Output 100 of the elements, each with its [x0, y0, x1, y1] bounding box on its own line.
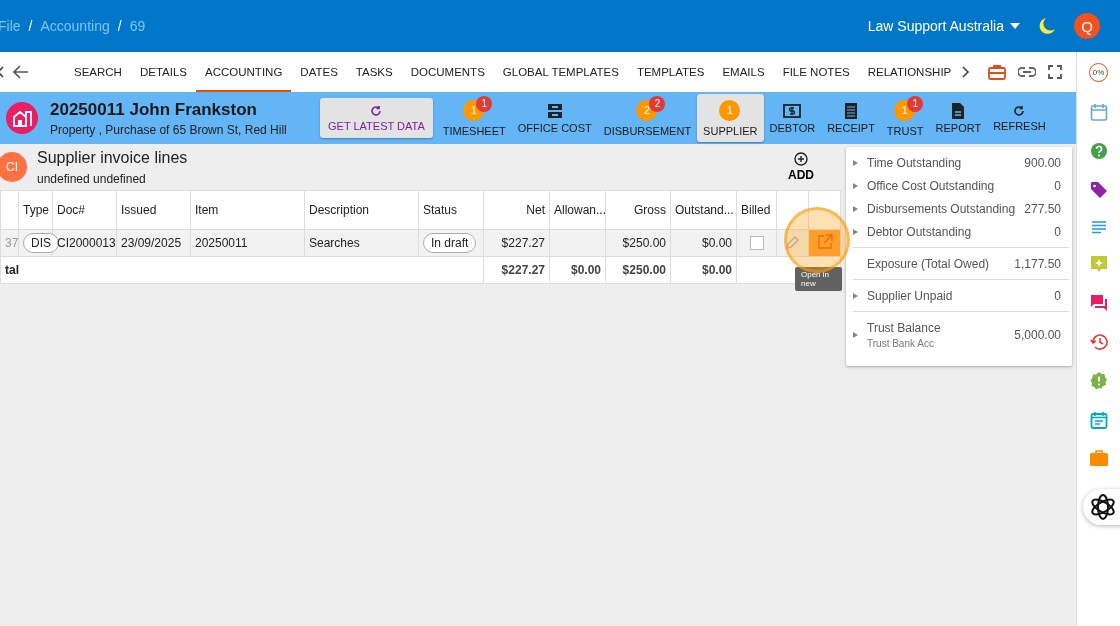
table-cell: Searches — [304, 229, 419, 257]
add-icon — [794, 152, 808, 166]
comment-icon[interactable] — [1089, 255, 1108, 273]
summary-sublabel: Trust Bank Acc — [867, 338, 935, 349]
inbox-icon — [546, 102, 563, 119]
tab[interactable]: GLOBAL TEMPLATES — [493, 52, 628, 92]
table-cell: $250.00 — [605, 229, 671, 257]
summary-label: Disbursements Outstanding — [867, 201, 1017, 216]
expand-icon[interactable] — [853, 159, 858, 166]
column-header[interactable]: Issued — [116, 190, 191, 230]
tab[interactable]: TASKS — [346, 52, 402, 92]
column-header[interactable]: Type — [18, 190, 53, 230]
tab[interactable]: FILE NOTES — [773, 52, 859, 92]
column-header[interactable]: Net — [483, 190, 550, 230]
toolbar-button[interactable]: REFRESH — [987, 94, 1052, 142]
expand-icon[interactable] — [853, 182, 858, 189]
tooltip: Open in new — [795, 267, 842, 291]
refresh-icon — [1013, 104, 1026, 117]
tab[interactable]: DATES — [291, 52, 347, 92]
table-cell: 37 — [0, 229, 19, 257]
summary-value: 0 — [1054, 288, 1061, 303]
add-button[interactable]: ADD — [788, 152, 814, 182]
table-cell: 23/09/2025 — [116, 229, 191, 257]
summary-label: Debtor Outstanding — [867, 224, 973, 239]
table-cell: $227.27 — [483, 229, 550, 257]
total-cell: $0.00 — [670, 256, 737, 284]
summary-value: 900.00 — [1024, 155, 1061, 170]
organization-dropdown[interactable]: Law Support Australia — [867, 18, 1020, 34]
moon-icon[interactable] — [1038, 17, 1056, 35]
summary-label: Supplier Unpaid — [867, 288, 954, 303]
total-cell: $250.00 — [605, 256, 671, 284]
tab[interactable]: SEARCH — [65, 52, 131, 92]
column-header[interactable]: Description — [304, 190, 419, 230]
billed-checkbox[interactable] — [749, 236, 764, 251]
receipt-icon — [844, 102, 858, 119]
matter-subtitle: Property , Purchase of 65 Brown St, Red Hill — [50, 122, 288, 137]
column-header[interactable]: Outstand... — [670, 190, 737, 230]
summary-value: 0 — [1054, 224, 1061, 239]
toolbar-button[interactable]: DEBTOR — [763, 94, 822, 142]
property-icon — [6, 102, 38, 134]
help-icon[interactable] — [1089, 142, 1108, 160]
alert-icon[interactable] — [1089, 372, 1108, 390]
document-icon — [951, 102, 966, 119]
column-header[interactable]: Item — [190, 190, 305, 230]
tab[interactable]: EMAILS — [713, 52, 774, 92]
total-label: tal — [0, 256, 484, 284]
section-subtitle: undefined undefined — [37, 171, 147, 186]
expand-icon[interactable] — [853, 332, 858, 338]
table-cell: $0.00 — [670, 229, 737, 257]
tag-icon[interactable] — [1089, 181, 1108, 199]
alert-badge: 1 — [476, 95, 493, 112]
summary-value: 277.50 — [1024, 201, 1061, 216]
flower-logo-icon — [1088, 493, 1117, 521]
dollar-icon — [783, 102, 802, 119]
tab[interactable]: RELATIONSHIP — [858, 52, 961, 92]
calendar-event-icon[interactable] — [1089, 411, 1108, 429]
expand-icon[interactable] — [853, 292, 858, 299]
toolbar-button[interactable]: RECEIPT — [821, 94, 881, 142]
back-arrow-icon[interactable] — [13, 65, 29, 79]
alert-badge: 2 — [649, 95, 666, 112]
tab[interactable]: DOCUMENTS — [401, 52, 494, 92]
alert-badge: 1 — [907, 95, 924, 112]
lines-icon[interactable] — [1090, 220, 1107, 234]
toolbar-button[interactable]: GET LATEST DATA — [320, 98, 433, 138]
column-header[interactable]: Status — [418, 190, 484, 230]
caret-icon — [1010, 23, 1020, 29]
status-chip: In draft — [423, 233, 477, 253]
summary-value: 5,000.00 — [1014, 328, 1061, 342]
section-avatar: CI — [0, 152, 27, 182]
summary-label: Office Cost Outstanding — [867, 178, 996, 193]
column-header[interactable]: Allowan... — [549, 190, 606, 230]
tab[interactable]: DETAILS — [130, 52, 196, 92]
summary-label: Time Outstanding — [867, 155, 963, 170]
toolbar-button[interactable]: OFFICE COST — [511, 94, 598, 142]
history-icon[interactable] — [1089, 333, 1108, 351]
toolbar-button[interactable]: 1 SUPPLIER — [697, 94, 764, 142]
expand-icon[interactable] — [853, 228, 858, 235]
column-header[interactable]: Doc# — [52, 190, 117, 230]
toolbar-button[interactable]: 1 1 TRUST — [880, 94, 930, 142]
chevron-right-icon[interactable] — [960, 65, 971, 79]
fullscreen-icon[interactable] — [1048, 65, 1063, 79]
column-header[interactable]: Gross — [605, 190, 671, 230]
refresh-icon — [370, 104, 383, 117]
total-cell: $227.27 — [483, 256, 550, 284]
toolbar-button[interactable]: REPORT — [929, 94, 988, 142]
summary-value: 0 — [1054, 178, 1061, 193]
toolbar-button[interactable]: 2 2 DISBURSEMENT — [597, 94, 698, 142]
summary-value: 1,177.50 — [1014, 256, 1061, 271]
toolbar-button[interactable]: 1 1 TIMESHEET — [436, 94, 512, 142]
assistant-button[interactable] — [1082, 489, 1120, 525]
expand-icon[interactable] — [853, 205, 858, 212]
section-title: Supplier invoice lines — [37, 148, 189, 167]
tab[interactable]: TEMPLATES — [627, 52, 714, 92]
briefcase-icon[interactable] — [1089, 450, 1108, 466]
matter-title: 20250011 John Frankston — [50, 99, 258, 120]
calendar-icon[interactable] — [1089, 103, 1108, 121]
chat-icon[interactable] — [1089, 294, 1108, 312]
toolbox-icon[interactable] — [988, 64, 1007, 80]
link-icon[interactable] — [1018, 67, 1037, 77]
column-header[interactable]: Billed — [736, 190, 777, 230]
